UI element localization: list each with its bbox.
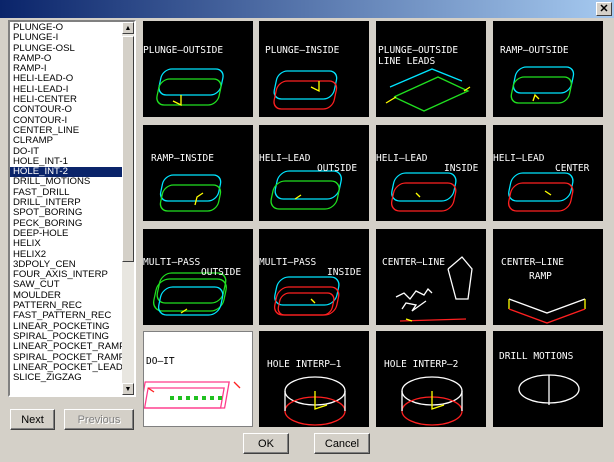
close-button[interactable]: ✕ xyxy=(596,2,612,16)
tile-label: DRILL MOTIONS xyxy=(499,351,574,362)
toolpath-preview xyxy=(385,68,471,112)
tile-label: CENTER xyxy=(555,163,590,174)
template-tile-heli-lead-outside[interactable]: HELI–LEAD OUTSIDE xyxy=(259,125,369,221)
toolpath-preview xyxy=(401,376,463,426)
tile-label: OUTSIDE xyxy=(201,267,242,278)
tile-label: RAMP–INSIDE xyxy=(151,153,214,164)
ok-button[interactable]: OK xyxy=(243,433,289,454)
toolpath-preview xyxy=(284,376,346,426)
tile-label: CENTER–LINE xyxy=(501,257,564,268)
list-item[interactable]: LINEAR_POCKET_RAMP xyxy=(10,341,122,352)
template-tile-do-it[interactable]: DO–IT xyxy=(143,331,253,427)
template-tile-plunge-outside[interactable]: PLUNGE–OUTSIDE xyxy=(143,21,253,117)
tile-label: RAMP xyxy=(529,271,552,282)
template-tile-multi-pass-inside[interactable]: MULTI–PASS INSIDE xyxy=(259,229,369,325)
tile-label: HOLE INTERP–1 xyxy=(267,359,342,370)
template-tile-plunge-outside-line-leads[interactable]: PLUNGE–OUTSIDE LINE LEADS xyxy=(376,21,486,117)
template-tile-drill-motions[interactable]: DRILL MOTIONS xyxy=(493,331,603,427)
template-tile-hole-interp-2[interactable]: HOLE INTERP–2 xyxy=(376,331,486,427)
tile-label: HELI–LEAD xyxy=(376,153,428,164)
template-tile-ramp-inside[interactable]: RAMP–INSIDE xyxy=(143,125,253,221)
template-tile-plunge-inside[interactable]: PLUNGE–INSIDE xyxy=(259,21,369,117)
tile-label: HELI–LEAD xyxy=(259,153,311,164)
tile-label: MULTI–PASS xyxy=(143,257,201,268)
toolpath-preview xyxy=(159,174,222,212)
template-tile-heli-lead-inside[interactable]: HELI–LEAD INSIDE xyxy=(376,125,486,221)
next-button[interactable]: Next xyxy=(10,409,55,430)
tile-label: HOLE INTERP–2 xyxy=(384,359,459,370)
arrow-up-icon: ▲ xyxy=(124,24,132,32)
list-scrollbar[interactable]: ▲ ▼ xyxy=(122,22,134,395)
dialog-window: ✕ PLUNGE-O PLUNGE-I PLUNGE-OSL RAMP-O RAMP-I… xyxy=(0,0,614,462)
scroll-up-button[interactable]: ▲ xyxy=(122,22,134,34)
toolpath-preview xyxy=(518,374,580,405)
tile-label: INSIDE xyxy=(327,267,362,278)
scroll-thumb[interactable] xyxy=(122,36,134,262)
scroll-down-button[interactable]: ▼ xyxy=(122,383,134,395)
previous-button[interactable]: Previous xyxy=(64,409,134,430)
tile-label: OUTSIDE xyxy=(317,163,358,174)
toolpath-preview xyxy=(144,381,241,409)
toolpath-preview xyxy=(156,68,224,107)
tile-label: CENTER–LINE xyxy=(382,257,445,268)
tile-label: HELI–LEAD xyxy=(493,153,545,164)
toolpath-preview xyxy=(273,70,338,110)
template-tile-center-line-ramp[interactable]: CENTER–LINE RAMP xyxy=(493,229,603,325)
tile-label: INSIDE xyxy=(444,163,479,174)
toolpath-preview xyxy=(395,256,473,322)
tile-label: RAMP–OUTSIDE xyxy=(500,45,569,56)
template-listbox[interactable]: PLUNGE-O PLUNGE-I PLUNGE-OSL RAMP-O RAMP-I HE… xyxy=(8,20,136,397)
template-tile-center-line[interactable]: CENTER–LINE xyxy=(376,229,486,325)
tile-label: LINE LEADS xyxy=(378,56,436,67)
title-bar: ✕ xyxy=(0,0,614,18)
toolpath-preview xyxy=(510,66,575,104)
template-tile-ramp-outside[interactable]: RAMP–OUTSIDE xyxy=(493,21,603,117)
tile-label: PLUNGE–OUTSIDE xyxy=(143,45,224,56)
list-item[interactable]: HELIX xyxy=(10,238,122,249)
template-tile-heli-lead-center[interactable]: HELI–LEAD CENTER xyxy=(493,125,603,221)
arrow-down-icon: ▼ xyxy=(124,385,132,393)
close-icon: ✕ xyxy=(599,2,609,15)
cancel-button[interactable]: Cancel xyxy=(314,433,370,454)
tile-label: MULTI–PASS xyxy=(259,257,317,268)
template-tile-multi-pass-outside[interactable]: MULTI–PASS OUTSIDE xyxy=(143,229,253,325)
tile-label: PLUNGE–INSIDE xyxy=(265,45,340,56)
template-tile-hole-interp-1[interactable]: HOLE INTERP–1 xyxy=(259,331,369,427)
template-list: PLUNGE-O PLUNGE-I PLUNGE-OSL RAMP-O RAMP-I HE… xyxy=(10,22,122,395)
list-item[interactable]: SLICE_ZIGZAG xyxy=(10,372,122,383)
tile-label: DO–IT xyxy=(146,356,175,367)
tile-label: PLUNGE–OUTSIDE xyxy=(378,45,459,56)
